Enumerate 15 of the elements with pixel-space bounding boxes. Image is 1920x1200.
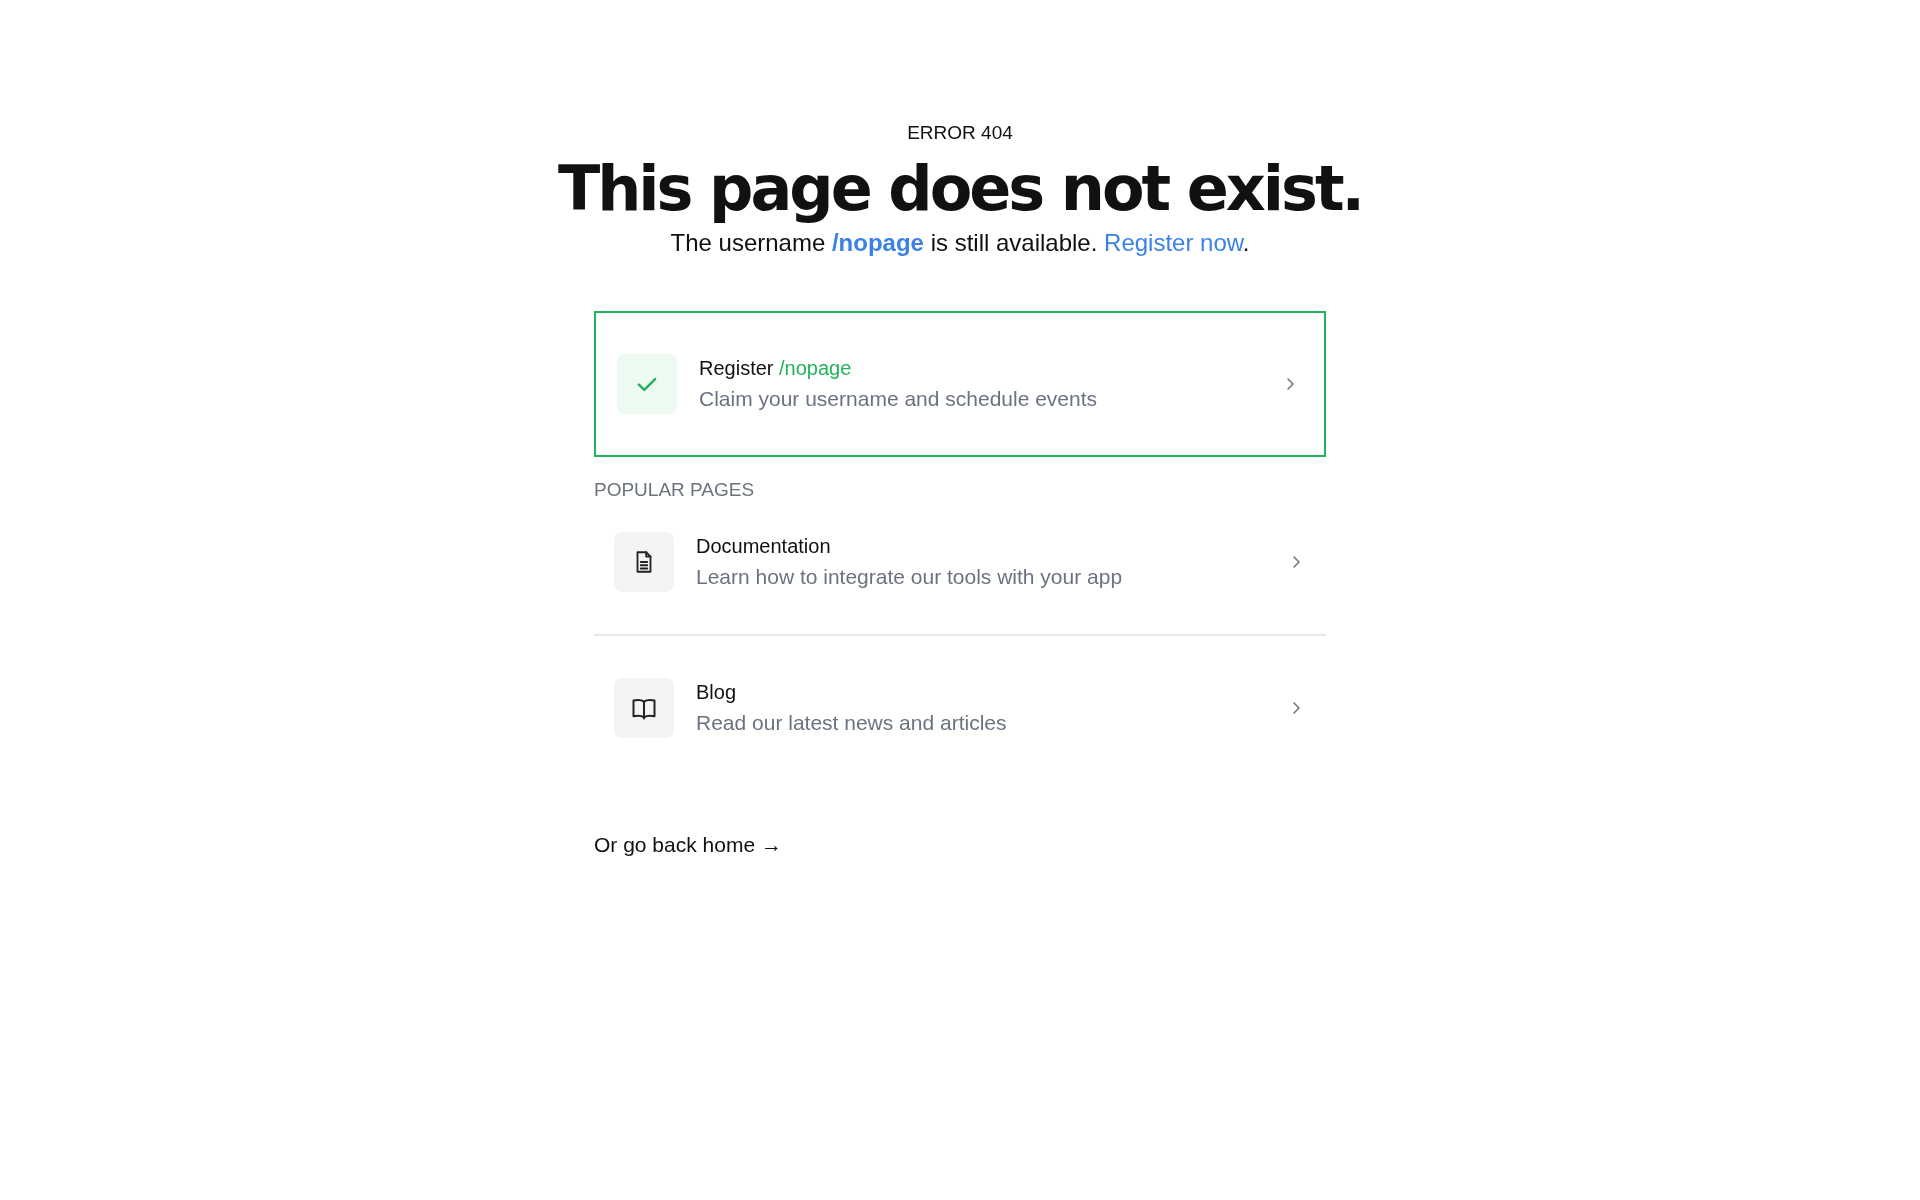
page-title: This page does not exist. [557, 157, 1363, 221]
card-title: Register /nopage [699, 356, 852, 380]
subtitle: The username /nopage is still available. Register now. [670, 228, 1250, 258]
section-heading: POPULAR PAGES [594, 479, 755, 501]
home-link[interactable]: Or go back home → [594, 833, 782, 857]
row-description: Read our latest news and articles [696, 710, 1007, 736]
card-description: Claim your username and schedule events [699, 386, 1098, 412]
page-link-row[interactable]: Documentation Learn how to integrate our tools with your app [594, 531, 1326, 593]
register-link[interactable]: Register now [1104, 229, 1243, 256]
page-link-row[interactable]: Blog Read our latest news and articles [594, 677, 1326, 739]
row-title: Blog [696, 680, 737, 704]
register-card[interactable]: Register /nopage Claim your username and schedule events [594, 311, 1326, 457]
row-title: Documentation [696, 534, 831, 558]
error-code: ERROR 404 [907, 121, 1013, 145]
row-description: Learn how to integrate our tools with your app [696, 564, 1123, 590]
